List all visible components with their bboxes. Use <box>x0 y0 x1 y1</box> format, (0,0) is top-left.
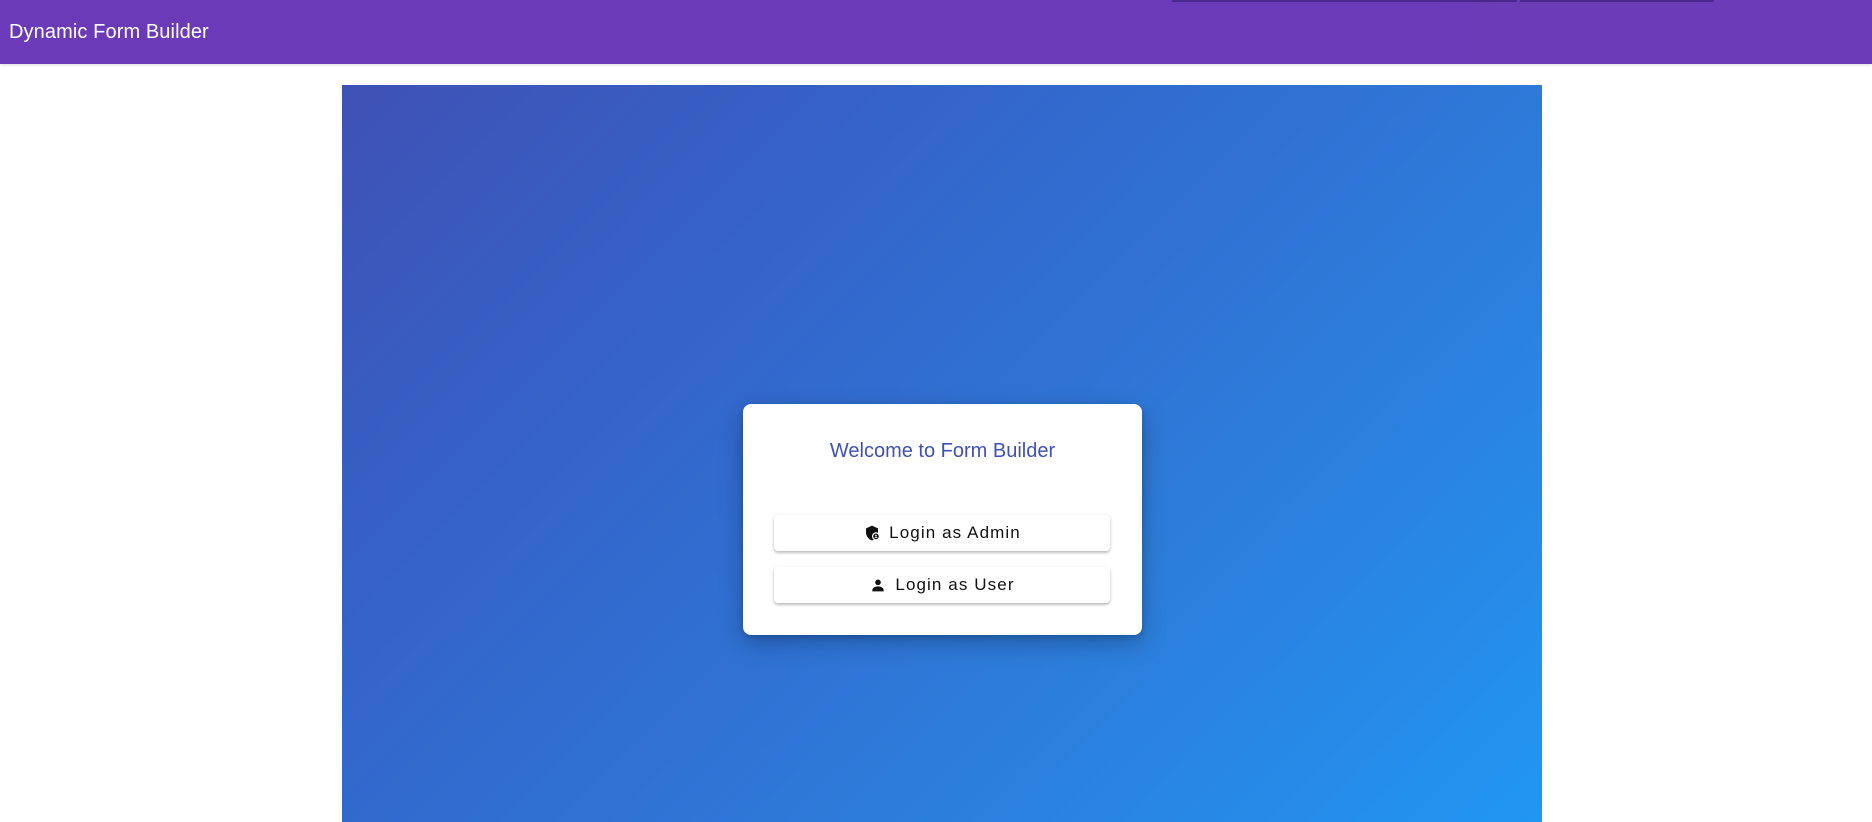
login-user-button[interactable]: Login as User <box>774 567 1110 603</box>
tab-edge-decoration <box>1520 0 1714 2</box>
person-icon <box>869 576 887 594</box>
login-card: Welcome to Form Builder Login as Admin L… <box>743 404 1142 635</box>
tab-edge-decoration <box>1172 0 1517 2</box>
login-admin-button[interactable]: Login as Admin <box>774 515 1110 551</box>
app-header: Dynamic Form Builder <box>0 0 1872 64</box>
app-title: Dynamic Form Builder <box>9 20 209 43</box>
login-admin-label: Login as Admin <box>889 523 1021 542</box>
welcome-title: Welcome to Form Builder <box>829 440 1056 462</box>
admin-shield-icon <box>863 524 881 542</box>
login-user-label: Login as User <box>895 575 1015 594</box>
